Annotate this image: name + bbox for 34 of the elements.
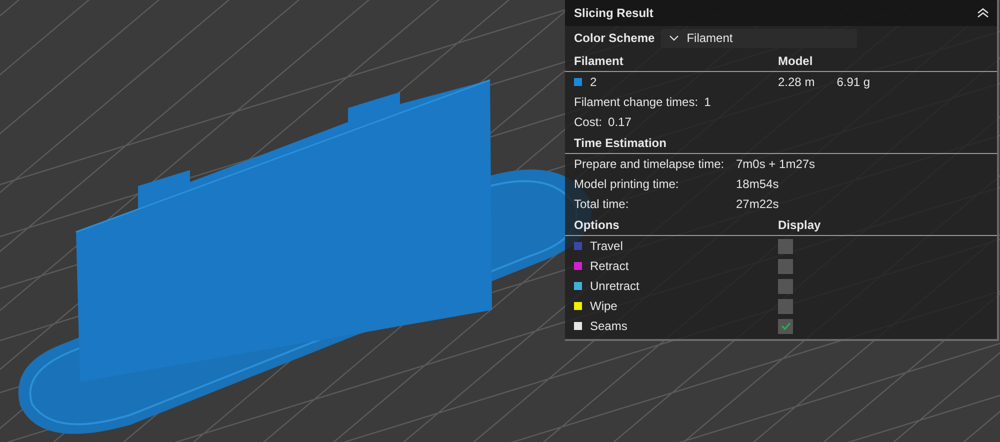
filament-length: 2.28 m [778, 75, 815, 89]
filament-change-value: 1 [704, 95, 711, 109]
checkmark-icon [780, 322, 790, 330]
display-checkbox[interactable] [778, 238, 793, 254]
time-label: Prepare and timelapse time: [574, 157, 726, 171]
cost-value: 0.17 [608, 115, 632, 129]
column-header: Options [574, 218, 620, 232]
chevron-down-icon [668, 35, 679, 41]
color-scheme-dropdown[interactable]: Filament [660, 28, 857, 48]
time-label: Total time: [574, 197, 630, 211]
option-name: Unretract [590, 279, 640, 293]
panel-title: Slicing Result [574, 6, 654, 20]
display-checkbox[interactable] [778, 298, 793, 314]
column-header: Display [778, 218, 821, 232]
option-name: Retract [590, 259, 629, 273]
filament-name: 2 [590, 75, 597, 89]
display-checkbox[interactable] [778, 278, 793, 294]
time-value: 18m54s [736, 177, 779, 191]
option-name: Travel [590, 239, 623, 253]
time-value: 7m0s + 1m27s [736, 157, 816, 171]
collapse-icon[interactable] [977, 8, 989, 18]
time-value: 27m22s [736, 197, 779, 211]
section-title: Time Estimation [574, 136, 666, 150]
filament-change-label: Filament change times: [574, 95, 698, 109]
option-name: Wipe [590, 299, 618, 313]
cost-label: Cost: [574, 115, 602, 129]
display-checkbox[interactable] [778, 258, 793, 274]
option-name: Seams [590, 319, 628, 333]
display-checkbox[interactable] [778, 318, 793, 334]
time-label: Model printing time: [574, 177, 680, 191]
column-header: Model [778, 54, 813, 68]
column-header: Filament [574, 54, 624, 68]
filament-weight: 6.91 g [836, 75, 870, 89]
color-scheme-label: Color Scheme [574, 31, 655, 45]
